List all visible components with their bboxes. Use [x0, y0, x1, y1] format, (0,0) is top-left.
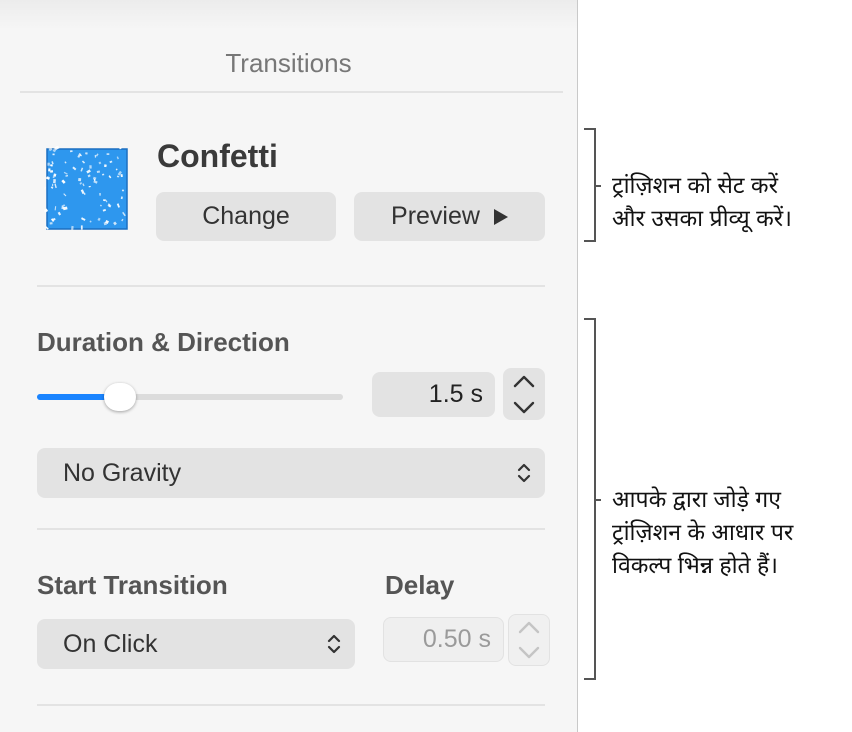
- change-button[interactable]: Change: [156, 192, 336, 241]
- duration-slider[interactable]: [37, 383, 343, 411]
- transitions-inspector-panel: Transitions Confetti Change Preview Dura…: [0, 0, 578, 732]
- start-transition-heading: Start Transition: [37, 570, 228, 600]
- callout-bottom: आपके द्वारा जोड़े गए ट्रांज़िशन के आधार …: [612, 483, 793, 582]
- section-divider-3: [37, 704, 545, 706]
- section-divider-2: [37, 528, 545, 530]
- confetti-piece: [102, 173, 105, 176]
- direction-value: No Gravity: [63, 458, 182, 487]
- confetti-piece: [103, 222, 107, 226]
- callout-top: ट्रांज़िशन को सेट करें और उसका प्रीव्यू …: [612, 169, 792, 235]
- delay-value: 0.50 s: [422, 625, 491, 653]
- duration-value: 1.5 s: [428, 380, 483, 408]
- confetti-piece: [94, 154, 97, 158]
- callout-bottom-line-2: ट्रांज़िशन के आधार पर: [612, 519, 794, 545]
- delay-heading: Delay: [385, 570, 455, 600]
- confetti-piece: [51, 183, 54, 187]
- panel-title: Transitions: [225, 48, 352, 78]
- confetti-piece: [106, 153, 110, 155]
- confetti-piece: [99, 193, 101, 196]
- confetti-piece: [48, 168, 51, 172]
- play-icon: [493, 208, 508, 225]
- callout-bracket-tick: [594, 499, 601, 501]
- confetti-piece: [44, 186, 46, 190]
- stepper-up-icon[interactable]: [509, 615, 549, 640]
- chevron-updown-icon: [517, 463, 531, 483]
- duration-stepper[interactable]: [503, 368, 545, 420]
- duration-field[interactable]: 1.5 s: [372, 372, 495, 417]
- stepper-down-icon[interactable]: [509, 640, 549, 665]
- callout-top-line-1: ट्रांज़िशन को सेट करें: [612, 172, 778, 198]
- change-button-label: Change: [202, 202, 290, 230]
- confetti-piece: [52, 153, 55, 156]
- chevron-updown-icon: [327, 634, 341, 654]
- title-divider: [20, 91, 563, 93]
- confetti-piece: [50, 170, 54, 173]
- preview-button-label: Preview: [391, 202, 480, 230]
- confetti-piece: [80, 225, 83, 230]
- confetti-piece: [69, 150, 73, 153]
- start-transition-popup[interactable]: On Click: [37, 619, 355, 669]
- start-transition-value: On Click: [63, 629, 158, 658]
- confetti-piece: [49, 222, 53, 225]
- delay-stepper[interactable]: [508, 614, 550, 666]
- confetti-piece: [78, 177, 82, 182]
- direction-popup[interactable]: No Gravity: [37, 448, 545, 498]
- delay-field[interactable]: 0.50 s: [383, 617, 504, 662]
- callout-bottom-line-3: विकल्प भिन्न होते हैं।: [612, 552, 778, 578]
- stepper-up-icon[interactable]: [503, 368, 545, 394]
- confetti-thumbnail[interactable]: [44, 146, 130, 232]
- callout-bracket-bottom: [584, 318, 601, 680]
- callout-bottom-line-1: आपके द्वारा जोड़े गए: [612, 486, 781, 512]
- section-divider-1: [37, 285, 545, 287]
- confetti-piece: [89, 165, 92, 169]
- transition-name: Confetti: [157, 138, 278, 174]
- confetti-piece: [103, 164, 107, 168]
- preview-button[interactable]: Preview: [354, 192, 545, 241]
- confetti-piece: [53, 178, 56, 184]
- callout-bracket-top: [584, 128, 601, 242]
- duration-slider-knob[interactable]: [103, 383, 136, 411]
- panel-top-shadow: [0, 0, 577, 30]
- callout-bracket-tick: [594, 185, 601, 187]
- stepper-down-icon[interactable]: [503, 394, 545, 420]
- duration-direction-heading: Duration & Direction: [37, 327, 290, 357]
- confetti-piece: [47, 162, 50, 166]
- callout-top-line-2: और उसका प्रीव्यू करें।: [612, 205, 792, 231]
